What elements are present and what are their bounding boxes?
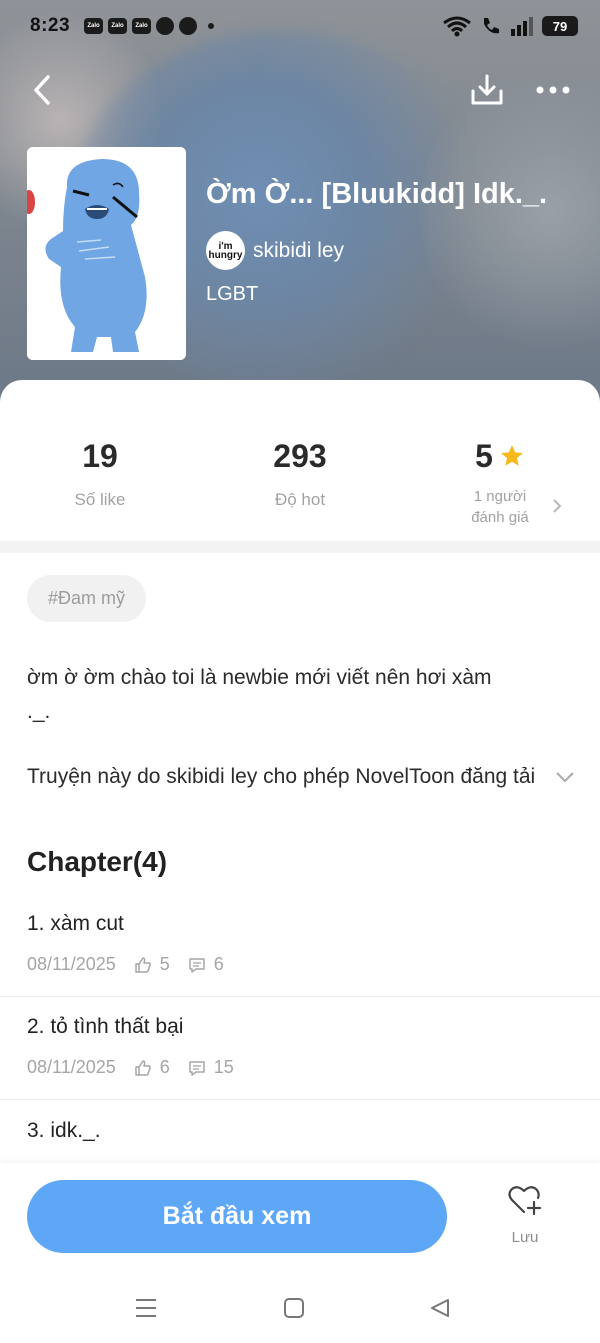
description: ờm ờ ờm chào toi là newbie mới viết nên … [27, 666, 492, 723]
zalo-icon: Zalo [132, 18, 152, 34]
author-link[interactable]: i'm hungry skibidi ley [206, 231, 344, 270]
rating-count-label: 1 người đánh giá [400, 486, 600, 528]
cover-image [27, 147, 186, 360]
home-icon [284, 1298, 304, 1318]
likes-stat: 19 Số like [0, 432, 200, 510]
save-label: Lưu [511, 1229, 539, 1246]
download-icon [471, 74, 503, 105]
status-time: 8:23 [30, 15, 71, 36]
chapter-comments: 6 [213, 954, 224, 974]
chapter-title: 1. xàm cut [27, 912, 124, 935]
chapter-date: 08/11/2025 [27, 1057, 116, 1077]
recent-apps-button[interactable] [126, 1293, 166, 1323]
back-triangle-icon [431, 1299, 449, 1317]
chapter-item[interactable]: 2. tỏ tình thất bại 08/11/2025 6 15 [0, 1015, 600, 1100]
system-navigation-bar [0, 1273, 600, 1343]
notification-icons: Zalo Zalo Zalo [84, 17, 215, 35]
save-button[interactable]: Lưu [490, 1185, 560, 1246]
more-icon [536, 86, 570, 94]
permission-text: Truyện này do skibidi ley cho phép Novel… [27, 765, 536, 788]
wifi-icon [443, 16, 471, 37]
rating-line-1: 1 người [473, 488, 527, 505]
avatar-text: i'm hungry [208, 240, 243, 261]
battery-indicator: 79 [542, 16, 578, 36]
heart-plus-icon [508, 1186, 542, 1216]
comment-icon [188, 1059, 206, 1077]
likes-label: Số like [74, 490, 126, 509]
download-button[interactable] [465, 68, 509, 112]
signal-icon [511, 17, 533, 36]
likes-value: 19 [82, 437, 118, 474]
back-button[interactable] [22, 70, 62, 110]
messenger-icon [179, 17, 198, 35]
chapter-item[interactable]: 3. idk._. [0, 1119, 600, 1163]
permission-row[interactable]: Truyện này do skibidi ley cho phép Novel… [27, 765, 577, 789]
call-icon [484, 18, 499, 34]
back-arrow-icon [34, 75, 50, 105]
zalo-icon: Zalo [84, 18, 104, 34]
hot-value: 293 [273, 437, 327, 474]
novel-title: Ờm Ờ... [Bluukidd] Idk._. [206, 178, 548, 210]
chapter-item[interactable]: 1. xàm cut 08/11/2025 5 6 [0, 912, 600, 997]
stats-row: 19 Số like 293 Độ hot 5 1 người đánh giá [0, 432, 600, 532]
thumbs-up-icon [134, 1059, 152, 1077]
chapter-meta: 08/11/2025 5 6 [27, 954, 224, 975]
zalo-icon: Zalo [108, 18, 128, 34]
rating-line-2: đánh giá [471, 509, 529, 526]
section-divider [0, 541, 600, 553]
rating-value: 5 [475, 437, 493, 474]
home-button[interactable] [274, 1293, 314, 1323]
hot-stat: 293 Độ hot [200, 432, 400, 510]
chapter-title: 3. idk._. [27, 1119, 101, 1142]
genre-label[interactable]: LGBT [206, 283, 258, 306]
menu-icon [136, 1299, 156, 1317]
chapter-title: 2. tỏ tình thất bại [27, 1015, 184, 1038]
status-bar: 8:23 Zalo Zalo Zalo 79 [0, 0, 600, 52]
star-icon [501, 445, 523, 466]
chapter-comments: 15 [213, 1057, 234, 1077]
more-notifications-dot [208, 23, 215, 29]
tag-chip[interactable]: #Đam mỹ [27, 575, 147, 622]
chapter-date: 08/11/2025 [27, 954, 116, 974]
system-back-button[interactable] [420, 1293, 460, 1323]
rating-stat[interactable]: 5 1 người đánh giá [400, 432, 600, 528]
author-name: skibidi ley [253, 238, 345, 262]
chapters-heading: Chapter(4) [27, 846, 168, 877]
chevron-down-icon[interactable] [555, 771, 575, 783]
chapter-meta: 08/11/2025 6 15 [27, 1057, 234, 1078]
chapter-likes: 5 [159, 954, 170, 974]
more-options-button[interactable] [530, 70, 576, 110]
start-reading-button[interactable]: Bắt đầu xem [27, 1180, 447, 1253]
chapter-likes: 6 [159, 1057, 170, 1077]
messenger-icon [156, 17, 175, 35]
bottom-action-bar: Bắt đầu xem Lưu [0, 1163, 600, 1273]
cover-illustration [27, 147, 186, 360]
comment-icon [188, 956, 206, 974]
chevron-right-icon[interactable] [551, 498, 563, 514]
hot-label: Độ hot [274, 490, 326, 509]
thumbs-up-icon [134, 956, 152, 974]
avatar: i'm hungry [206, 231, 245, 270]
rating-value-row: 5 [400, 432, 600, 480]
